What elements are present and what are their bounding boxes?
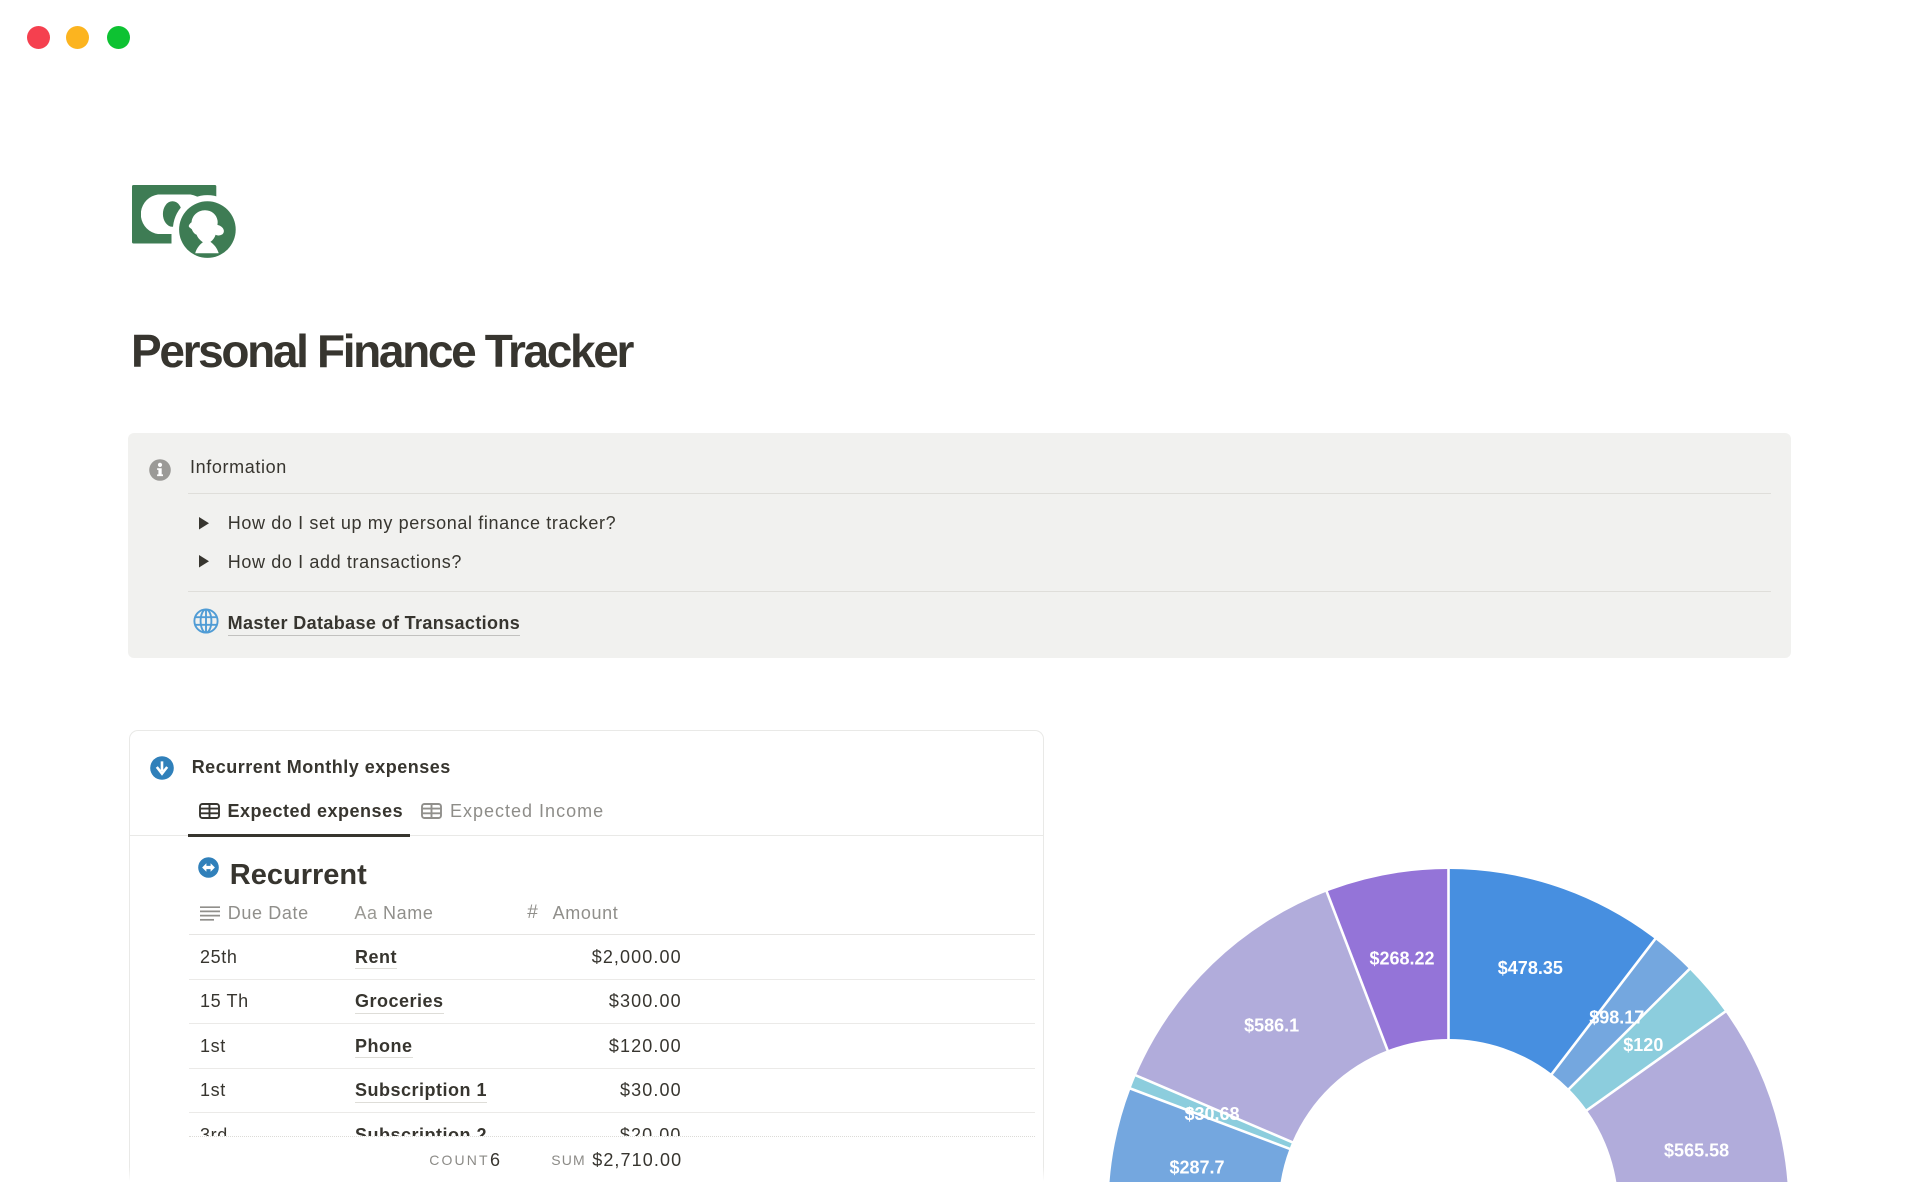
svg-text:$120: $120: [1623, 1035, 1663, 1055]
svg-text:$478.35: $478.35: [1498, 958, 1563, 978]
svg-text:$30.68: $30.68: [1184, 1104, 1239, 1124]
svg-text:$586.1: $586.1: [1244, 1016, 1299, 1036]
svg-text:$268.22: $268.22: [1370, 949, 1435, 969]
svg-text:$287.7: $287.7: [1169, 1157, 1224, 1177]
svg-text:$565.58: $565.58: [1664, 1140, 1729, 1160]
svg-text:$98.17: $98.17: [1589, 1008, 1644, 1028]
